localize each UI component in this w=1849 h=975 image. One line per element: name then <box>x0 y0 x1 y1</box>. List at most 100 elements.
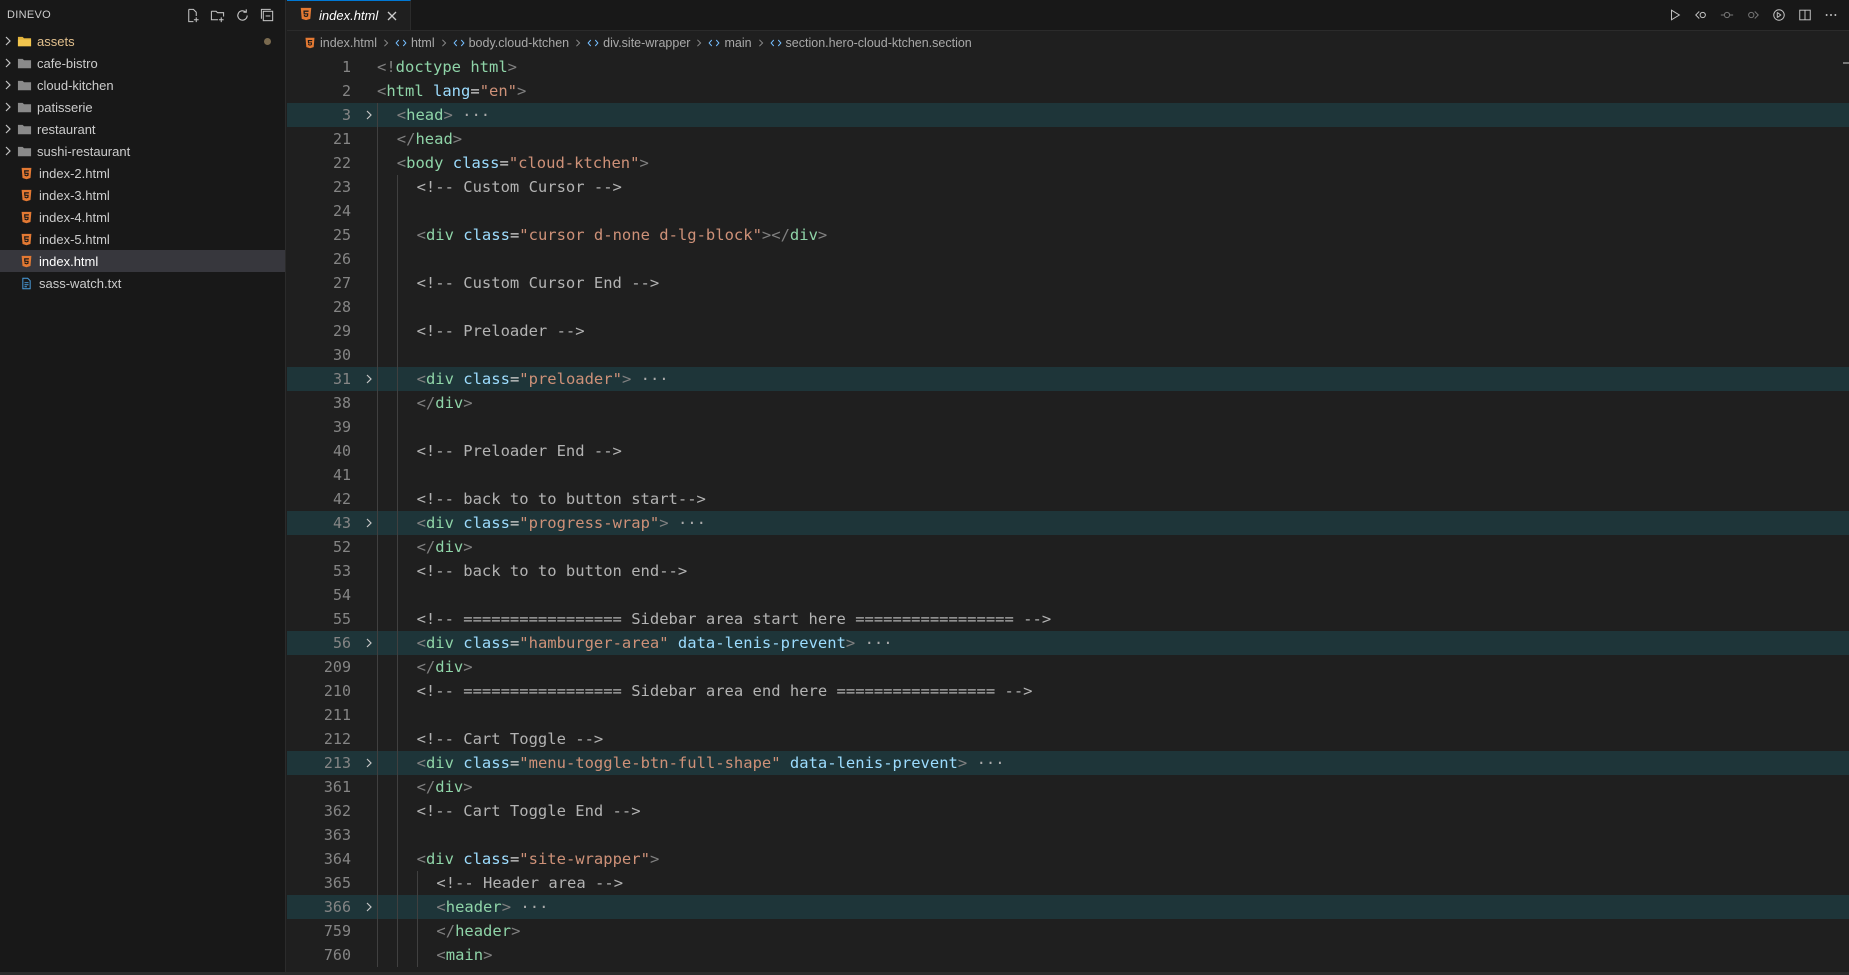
folder-item[interactable]: restaurant <box>0 118 285 140</box>
code-line[interactable]: 366 <header> ··· <box>287 895 1849 919</box>
code-token[interactable]: ··· <box>855 634 893 652</box>
fold-chevron-icon[interactable] <box>361 103 377 120</box>
code-line[interactable]: 362 <!-- Cart Toggle End --> <box>287 799 1849 823</box>
breadcrumb-item[interactable]: main <box>708 36 752 50</box>
code-line[interactable]: 759 </header> <box>287 919 1849 943</box>
previous-change-icon[interactable] <box>1717 5 1737 25</box>
file-item[interactable]: index-4.html <box>0 206 285 228</box>
code-line[interactable]: 42 <!-- back to to button start--> <box>287 487 1849 511</box>
fold-chevron-icon[interactable] <box>361 751 377 768</box>
folder-item[interactable]: sushi-restaurant <box>0 140 285 162</box>
code-token[interactable]: ··· <box>453 106 490 124</box>
breadcrumb-item[interactable]: section.hero-cloud-ktchen.section <box>770 36 972 50</box>
code-line[interactable]: 28 <box>287 295 1849 319</box>
scrollbar-marker[interactable] <box>1843 62 1849 64</box>
chevron-right-icon[interactable] <box>0 36 16 46</box>
code-text: </div> <box>417 655 473 679</box>
code-line[interactable]: 760 <main> <box>287 943 1849 967</box>
breadcrumb-item[interactable]: html <box>395 36 435 50</box>
indent-guide <box>377 343 378 367</box>
code-line[interactable]: 43 <div class="progress-wrap"> ··· <box>287 511 1849 535</box>
code-line[interactable]: 210 <!-- ================= Sidebar area e… <box>287 679 1849 703</box>
refresh-icon[interactable] <box>232 5 252 25</box>
code-line[interactable]: 30 <box>287 343 1849 367</box>
code-line[interactable]: 25 <div class="cursor d-none d-lg-block">… <box>287 223 1849 247</box>
html-file-icon <box>18 165 34 181</box>
file-item[interactable]: index-5.html <box>0 228 285 250</box>
open-changes-icon[interactable] <box>1691 5 1711 25</box>
chevron-right-icon[interactable] <box>0 146 16 156</box>
fold-chevron-icon[interactable] <box>361 367 377 384</box>
fold-chevron-icon[interactable] <box>361 895 377 912</box>
chevron-right-icon[interactable] <box>0 102 16 112</box>
new-file-icon[interactable] <box>182 5 202 25</box>
code-line[interactable]: 40 <!-- Preloader End --> <box>287 439 1849 463</box>
code-line[interactable]: 31 <div class="preloader"> ··· <box>287 367 1849 391</box>
html-file-icon <box>299 7 313 24</box>
code-line[interactable]: 3 <head> ··· <box>287 103 1849 127</box>
chevron-right-icon[interactable] <box>0 58 16 68</box>
chevron-right-icon[interactable] <box>0 80 16 90</box>
code-line[interactable]: 213 <div class="menu-toggle-btn-full-shap… <box>287 751 1849 775</box>
copilot-icon[interactable] <box>1769 5 1789 25</box>
code-token[interactable]: ··· <box>669 514 706 532</box>
line-number: 366 <box>323 898 351 916</box>
code-line[interactable]: 1 <!doctype html> <box>287 55 1849 79</box>
file-item[interactable]: index-3.html <box>0 184 285 206</box>
code-line[interactable]: 211 <box>287 703 1849 727</box>
code-line[interactable]: 23 <!-- Custom Cursor --> <box>287 175 1849 199</box>
code-token[interactable]: ··· <box>631 370 669 388</box>
indent-guide <box>416 871 418 895</box>
code-line[interactable]: 212 <!-- Cart Toggle --> <box>287 727 1849 751</box>
fold-chevron-icon[interactable] <box>361 511 377 528</box>
code-line[interactable]: 363 <box>287 823 1849 847</box>
code-line[interactable]: 53 <!-- back to to button end--> <box>287 559 1849 583</box>
code-token: = <box>509 634 520 652</box>
fold-chevron-icon[interactable] <box>361 631 377 648</box>
new-folder-icon[interactable] <box>207 5 227 25</box>
file-item[interactable]: sass-watch.txt <box>0 272 285 294</box>
modified-dot <box>264 37 271 45</box>
code-line[interactable]: 2 <html lang="en"> <box>287 79 1849 103</box>
breadcrumb-item[interactable]: div.site-wrapper <box>587 36 690 50</box>
code-line[interactable]: 39 <box>287 415 1849 439</box>
breadcrumb-item[interactable]: body.cloud-ktchen <box>453 36 569 50</box>
code-line[interactable]: 361 </div> <box>287 775 1849 799</box>
code-text: <!-- ================= Sidebar area star… <box>417 607 1052 631</box>
code-line[interactable]: 365 <!-- Header area --> <box>287 871 1849 895</box>
file-item[interactable]: index-2.html <box>0 162 285 184</box>
code-line[interactable]: 56 <div class="hamburger-area" data-lenis… <box>287 631 1849 655</box>
tab-index-html[interactable]: index.html <box>287 0 412 30</box>
breadcrumb-item[interactable]: index.html <box>304 36 377 50</box>
folder-item[interactable]: assets <box>0 30 285 52</box>
code-line[interactable]: 29 <!-- Preloader --> <box>287 319 1849 343</box>
code-line[interactable]: 38 </div> <box>287 391 1849 415</box>
folder-item[interactable]: cloud-kitchen <box>0 74 285 96</box>
folder-item[interactable]: patisserie <box>0 96 285 118</box>
chevron-right-icon[interactable] <box>0 124 16 134</box>
close-icon[interactable] <box>384 8 400 24</box>
run-icon[interactable] <box>1665 5 1685 25</box>
code-line[interactable]: 364 <div class="site-wrapper"> <box>287 847 1849 871</box>
code-editor[interactable]: 1 <!doctype html> 2 <html lang="en"> 3 <head>… <box>287 55 1849 975</box>
split-editor-icon[interactable] <box>1795 5 1815 25</box>
code-line[interactable]: 41 <box>287 463 1849 487</box>
code-line[interactable]: 55 <!-- ================= Sidebar area st… <box>287 607 1849 631</box>
code-line[interactable]: 54 <box>287 583 1849 607</box>
code-line[interactable]: 26 <box>287 247 1849 271</box>
code-token[interactable]: ··· <box>511 898 548 916</box>
code-token[interactable]: ··· <box>967 754 1005 772</box>
folder-item[interactable]: cafe-bistro <box>0 52 285 74</box>
code-line[interactable]: 52 </div> <box>287 535 1849 559</box>
code-line[interactable]: 209 </div> <box>287 655 1849 679</box>
collapse-all-icon[interactable] <box>257 5 277 25</box>
code-line[interactable]: 27 <!-- Custom Cursor End --> <box>287 271 1849 295</box>
next-change-icon[interactable] <box>1743 5 1763 25</box>
code-line[interactable]: 24 <box>287 199 1849 223</box>
more-actions-icon[interactable] <box>1821 5 1841 25</box>
tree-item-label: restaurant <box>37 121 96 137</box>
code-line[interactable]: 21 </head> <box>287 127 1849 151</box>
code-line[interactable]: 22 <body class="cloud-ktchen"> <box>287 151 1849 175</box>
code-token: data-lenis-prevent <box>780 754 958 772</box>
file-item[interactable]: index.html <box>0 250 285 272</box>
